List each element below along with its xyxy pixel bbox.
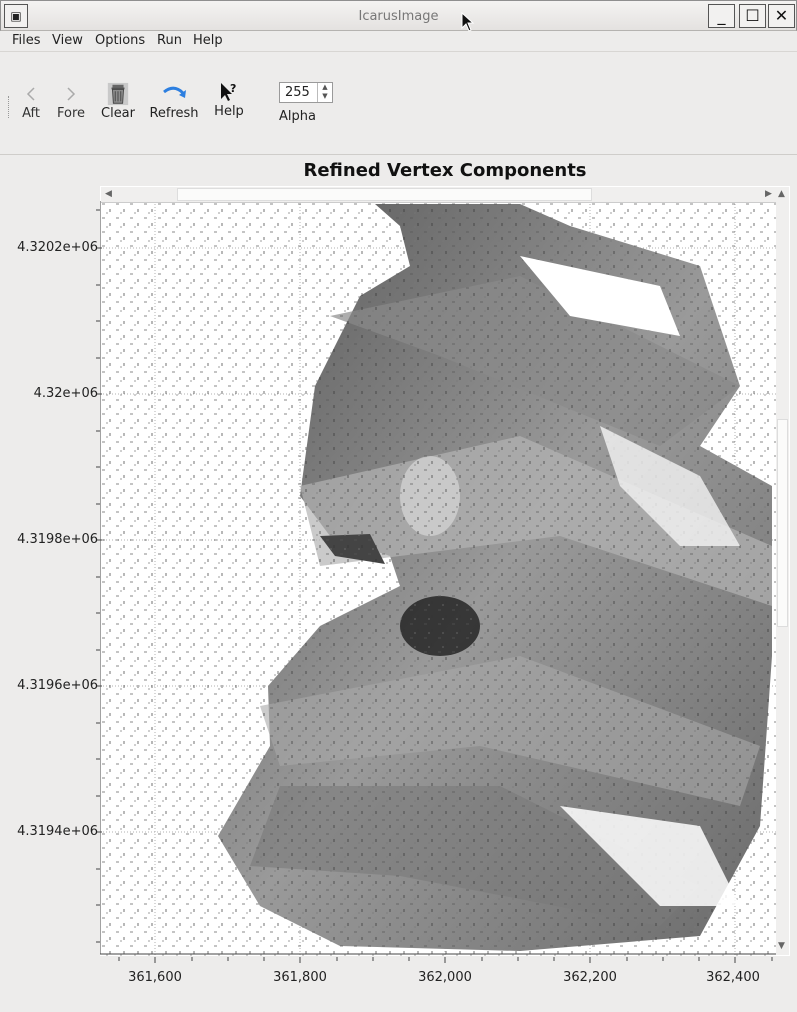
vertical-scroll-thumb[interactable] (777, 419, 788, 627)
vertical-scrollbar[interactable]: ▲ ▼ (776, 187, 789, 955)
scroll-down-icon[interactable]: ▼ (778, 941, 785, 951)
y-tick-label: 4.3202e+06 (17, 240, 98, 255)
scroll-up-icon[interactable]: ▲ (778, 189, 785, 199)
scroll-left-icon[interactable]: ◀ (105, 189, 112, 199)
x-tick-label: 362,400 (706, 970, 760, 985)
mouse-cursor-icon (461, 12, 475, 32)
scroll-right-icon[interactable]: ▶ (765, 189, 772, 199)
y-tick-label: 4.3196e+06 (17, 678, 98, 693)
y-tick-label: 4.3198e+06 (17, 532, 98, 547)
x-tick-label: 362,200 (563, 970, 617, 985)
x-tick-label: 361,600 (128, 970, 182, 985)
x-tick-label: 361,800 (273, 970, 327, 985)
horizontal-scrollbar[interactable]: ◀ ▶ (101, 187, 776, 203)
y-tick-label: 4.32e+06 (33, 386, 98, 401)
y-tick-label: 4.3194e+06 (17, 824, 98, 839)
x-tick-label: 362,000 (418, 970, 472, 985)
horizontal-scroll-thumb[interactable] (177, 188, 592, 201)
axis-minor-ticks (96, 209, 773, 963)
